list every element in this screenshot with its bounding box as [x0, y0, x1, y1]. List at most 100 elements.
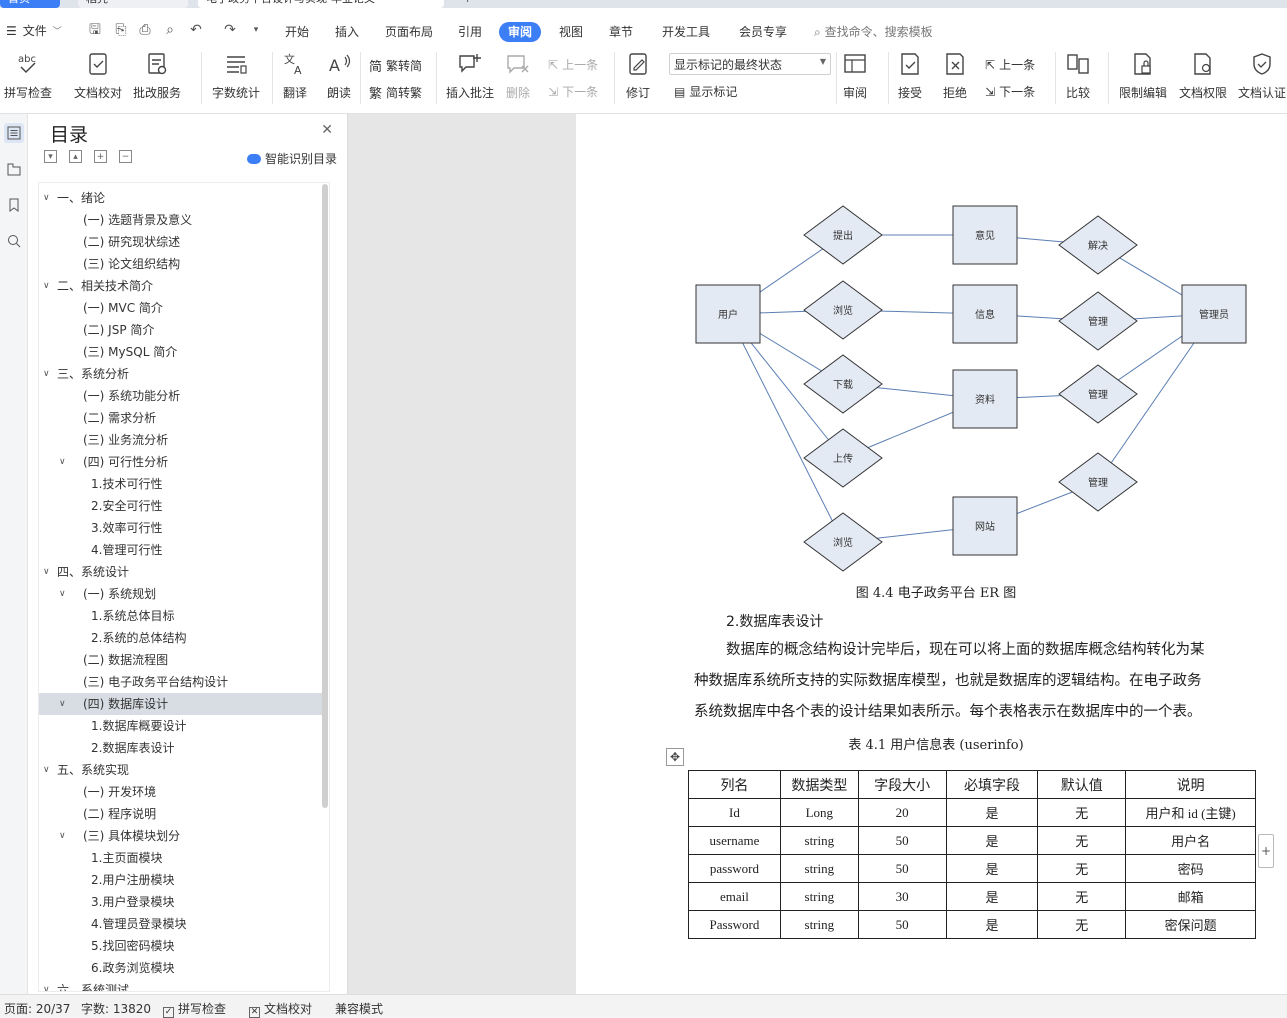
read-aloud-button[interactable]: A 朗读	[325, 50, 353, 101]
status-proofread[interactable]: ✕ 文档校对	[249, 1000, 312, 1018]
toc-item[interactable]: ∨ 四、系统设计	[39, 561, 323, 583]
chevron-down-icon[interactable]: ∨	[43, 979, 53, 991]
page-indicator[interactable]: 页面: 20/37	[4, 1000, 70, 1017]
chevron-down-icon[interactable]: ∨	[43, 363, 53, 385]
smart-toc-button[interactable]: 智能识别目录	[246, 150, 337, 167]
toc-item[interactable]: 1.数据库概要设计	[39, 715, 323, 737]
tab-home[interactable]: 首页	[0, 0, 60, 8]
toc-item[interactable]: ∨ (四) 可行性分析	[39, 451, 323, 473]
toc-item[interactable]: ∨ (一) 系统规划	[39, 583, 323, 605]
toc-item[interactable]: 5.找回密码模块	[39, 935, 323, 957]
toc-item[interactable]: (一) 系统功能分析	[39, 385, 323, 407]
toc-item[interactable]: (二) 需求分析	[39, 407, 323, 429]
toc-item[interactable]: (一) 开发环境	[39, 781, 323, 803]
command-search[interactable]: ⌕ 查找命令、搜索模板	[814, 22, 933, 42]
toc-item[interactable]: ∨ 三、系统分析	[39, 363, 323, 385]
next-change-button[interactable]: ⇲ 下一条	[985, 83, 1035, 100]
document-permission-button[interactable]: 文档权限	[1179, 50, 1227, 101]
collapse-all-icon[interactable]: ▴	[69, 150, 82, 163]
toc-item[interactable]: 2.用户注册模块	[39, 869, 323, 891]
accept-button[interactable]: 接受	[896, 50, 924, 101]
toc-item[interactable]: (一) MVC 简介	[39, 297, 323, 319]
toc-item[interactable]: 4.管理员登录模块	[39, 913, 323, 935]
add-column-button[interactable]: +	[1258, 834, 1274, 868]
toc-item[interactable]: 3.效率可行性	[39, 517, 323, 539]
chevron-down-icon[interactable]: ∨	[43, 275, 53, 297]
toc-item[interactable]: 3.用户登录模块	[39, 891, 323, 913]
toc-item[interactable]: (二) 研究现状综述	[39, 231, 323, 253]
tab-docer[interactable]: 稻壳	[78, 0, 188, 8]
simp-to-trad-button[interactable]: 繁 简转繁	[369, 83, 422, 102]
find-icon[interactable]	[4, 231, 24, 251]
toc-item[interactable]: ∨ 一、绪论	[39, 187, 323, 209]
toc-item[interactable]: 6.政务浏览模块	[39, 957, 323, 979]
close-icon[interactable]: ✕	[321, 122, 333, 138]
remove-heading-icon[interactable]: −	[119, 150, 132, 163]
toc-item[interactable]: (三) MySQL 简介	[39, 341, 323, 363]
toc-item[interactable]: (三) 业务流分析	[39, 429, 323, 451]
toc-item[interactable]: (三) 论文组织结构	[39, 253, 323, 275]
menu-tab-insert[interactable]: 插入	[335, 22, 359, 42]
chevron-down-icon[interactable]: ∨	[59, 825, 69, 847]
tab-document[interactable]: 电子政务平台设计与实现-毕业论文	[198, 0, 444, 8]
print-icon[interactable]: ⎙	[137, 22, 153, 38]
toc-item[interactable]: 2.数据库表设计	[39, 737, 323, 759]
show-markup-button[interactable]: ▤ 显示标记	[674, 83, 737, 100]
toc-item[interactable]: (一) 选题背景及意义	[39, 209, 323, 231]
word-count-indicator[interactable]: 字数: 13820	[81, 1000, 151, 1017]
menu-tab-start[interactable]: 开始	[285, 22, 309, 42]
toc-item[interactable]: 1.主页面模块	[39, 847, 323, 869]
toc-item[interactable]: ∨ (三) 具体模块划分	[39, 825, 323, 847]
print-preview-icon[interactable]: ⌕	[162, 22, 178, 38]
expand-all-icon[interactable]: ▾	[44, 150, 57, 163]
menu-tab-member[interactable]: 会员专享	[739, 22, 787, 42]
next-comment-button[interactable]: ⇲ 下一条	[548, 83, 598, 100]
spell-check-button[interactable]: abc 拼写检查	[4, 50, 52, 101]
markup-state-select[interactable]: 显示标记的最终状态 ▼	[669, 53, 831, 75]
chapter-nav-icon[interactable]	[4, 159, 24, 179]
toc-item[interactable]: ∨ (四) 数据库设计	[39, 693, 323, 715]
toc-scrollbar[interactable]	[322, 184, 328, 808]
menu-tab-chapter[interactable]: 章节	[609, 22, 633, 42]
document-certify-button[interactable]: 文档认证	[1238, 50, 1286, 101]
undo-icon[interactable]: ↶	[188, 22, 204, 38]
toc-item[interactable]: 2.系统的总体结构	[39, 627, 323, 649]
chevron-down-icon[interactable]: ∨	[43, 759, 53, 781]
redo-icon[interactable]: ↷	[222, 22, 238, 38]
toc-item[interactable]: 1.系统总体目标	[39, 605, 323, 627]
prev-comment-button[interactable]: ⇱ 上一条	[548, 56, 598, 73]
toc-item[interactable]: (三) 电子政务平台结构设计	[39, 671, 323, 693]
batch-service-button[interactable]: 批改服务	[133, 50, 181, 101]
toc-item[interactable]: ∨ 二、相关技术简介	[39, 275, 323, 297]
chevron-down-icon[interactable]: ∨	[59, 451, 69, 473]
chevron-down-icon[interactable]: ∨	[43, 187, 53, 209]
new-tab-button[interactable]: +	[455, 0, 475, 8]
toc-item[interactable]: (二) 数据流程图	[39, 649, 323, 671]
menu-tab-developer[interactable]: 开发工具	[662, 22, 710, 42]
translate-button[interactable]: 文A 翻译	[281, 50, 309, 101]
file-menu[interactable]: ☰ 文件 ﹀	[6, 22, 62, 39]
status-spell-check[interactable]: ✓ 拼写检查	[163, 1000, 226, 1018]
menu-tab-layout[interactable]: 页面布局	[385, 22, 433, 42]
compare-button[interactable]: 比较	[1064, 50, 1092, 101]
customize-chevron-icon[interactable]: ▾	[248, 22, 264, 38]
delete-comment-button[interactable]: 删除	[504, 50, 532, 101]
proofread-button[interactable]: 文档校对	[74, 50, 122, 101]
insert-comment-button[interactable]: 插入批注	[446, 50, 494, 101]
add-heading-icon[interactable]: +	[94, 150, 107, 163]
restrict-editing-button[interactable]: 限制编辑	[1119, 50, 1167, 101]
review-pane-button[interactable]: 审阅	[841, 50, 869, 101]
toc-item[interactable]: (二) JSP 简介	[39, 319, 323, 341]
toc-panel-icon[interactable]	[4, 123, 24, 143]
toc-item[interactable]: 1.技术可行性	[39, 473, 323, 495]
trad-to-simp-button[interactable]: 简 繁转简	[369, 56, 422, 75]
reject-button[interactable]: 拒绝	[941, 50, 969, 101]
menu-tab-references[interactable]: 引用	[458, 22, 482, 42]
word-count-button[interactable]: 字数统计	[212, 50, 260, 101]
toc-item[interactable]: 4.管理可行性	[39, 539, 323, 561]
chevron-down-icon[interactable]: ∨	[59, 583, 69, 605]
menu-tab-review[interactable]: 审阅	[499, 22, 542, 42]
export-pdf-icon[interactable]: ⎘	[113, 22, 129, 38]
save-icon[interactable]: 🖫	[87, 22, 103, 38]
chevron-down-icon[interactable]: ∨	[59, 693, 69, 715]
